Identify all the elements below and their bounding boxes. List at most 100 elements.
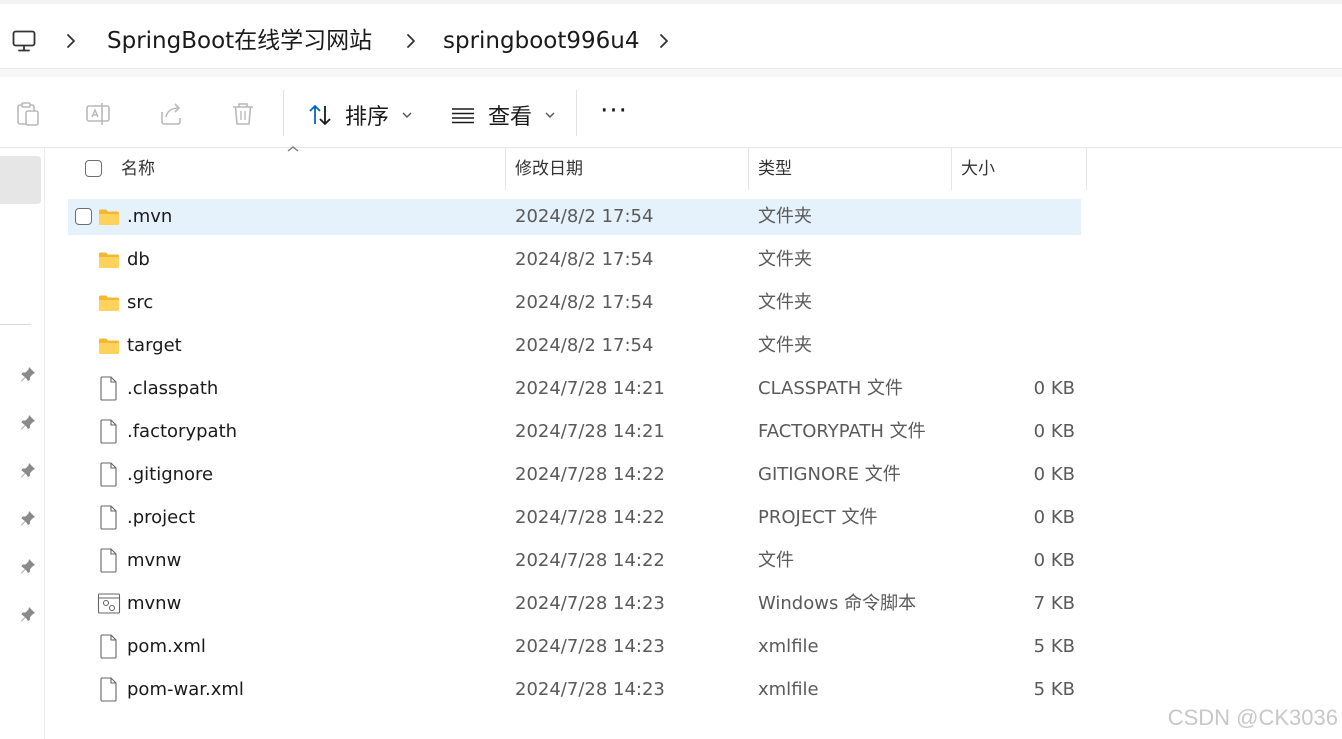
file-date-modified: 2024/7/28 14:23 xyxy=(515,593,665,614)
file-row[interactable]: .classpath 2024/7/28 14:21 CLASSPATH 文件 0 K… xyxy=(68,371,1081,407)
file-type: xmlfile xyxy=(758,636,819,657)
file-name: db xyxy=(127,249,150,270)
file-size: 5 KB xyxy=(1033,636,1075,657)
file-date-modified: 2024/7/28 14:22 xyxy=(515,507,665,528)
file-icon xyxy=(98,505,120,530)
file-name: .mvn xyxy=(127,206,173,227)
file-row[interactable]: pom-war.xml 2024/7/28 14:23 xmlfile 5 KB xyxy=(68,672,1081,708)
file-row[interactable]: .project 2024/7/28 14:22 PROJECT 文件 0 KB xyxy=(68,500,1081,536)
file-type: FACTORYPATH 文件 xyxy=(758,421,926,442)
file-icon xyxy=(98,634,120,659)
file-row[interactable]: .mvn 2024/8/2 17:54 文件夹 xyxy=(68,199,1081,235)
file-type: 文件夹 xyxy=(758,292,812,313)
file-date-modified: 2024/7/28 14:23 xyxy=(515,636,665,657)
file-row[interactable]: mvnw 2024/7/28 14:22 文件 0 KB xyxy=(68,543,1081,579)
file-date-modified: 2024/7/28 14:22 xyxy=(515,464,665,485)
toolbar-divider xyxy=(576,90,577,136)
more-options-button[interactable]: ··· xyxy=(598,98,630,129)
chevron-down-icon xyxy=(545,112,555,118)
file-type: Windows 命令脚本 xyxy=(758,593,917,614)
nav-item-selected[interactable] xyxy=(0,156,41,204)
file-icon xyxy=(98,419,120,444)
folder-icon xyxy=(98,293,120,313)
file-date-modified: 2024/8/2 17:54 xyxy=(515,292,654,313)
pin-icon[interactable] xyxy=(19,365,37,383)
chevron-right-icon[interactable] xyxy=(657,28,671,54)
column-header-type[interactable]: 类型 xyxy=(749,148,951,190)
column-header-size[interactable]: 大小 xyxy=(952,148,1086,190)
file-size: 7 KB xyxy=(1033,593,1075,614)
view-button[interactable]: 查看 xyxy=(450,99,556,131)
command-bar: 排序 查看 ··· xyxy=(0,77,1342,148)
chevron-right-icon[interactable] xyxy=(64,28,78,54)
window-top-edge xyxy=(0,0,1342,4)
file-date-modified: 2024/7/28 14:23 xyxy=(515,679,665,700)
file-name: mvnw xyxy=(127,550,182,571)
file-name: pom-war.xml xyxy=(127,679,244,700)
folder-icon xyxy=(98,250,120,270)
file-row[interactable]: .gitignore 2024/7/28 14:22 GITIGNORE 文件 0 K… xyxy=(68,457,1081,493)
watermark: CSDN @CK3036 xyxy=(1167,705,1338,730)
address-bar: SpringBoot在线学习网站 springboot996u4 xyxy=(0,0,1342,77)
file-row[interactable]: src 2024/8/2 17:54 文件夹 xyxy=(68,285,1081,321)
sort-button[interactable]: 排序 xyxy=(307,99,413,131)
breadcrumb-item-folder[interactable]: springboot996u4 xyxy=(443,24,639,58)
file-type: 文件夹 xyxy=(758,249,812,270)
file-icon xyxy=(98,462,120,487)
file-icon xyxy=(98,677,120,702)
file-type: CLASSPATH 文件 xyxy=(758,378,904,399)
file-date-modified: 2024/7/28 14:21 xyxy=(515,421,665,442)
column-header-modified[interactable]: 修改日期 xyxy=(506,148,748,190)
rename-icon[interactable] xyxy=(84,100,112,128)
pin-icon[interactable] xyxy=(19,605,37,623)
delete-icon[interactable] xyxy=(229,100,257,128)
navigation-pane xyxy=(0,148,45,739)
pin-icon[interactable] xyxy=(19,461,37,479)
file-name: .factorypath xyxy=(127,421,238,442)
toolbar-divider xyxy=(283,90,284,136)
file-date-modified: 2024/8/2 17:54 xyxy=(515,206,654,227)
file-row[interactable]: pom.xml 2024/7/28 14:23 xmlfile 5 KB xyxy=(68,629,1081,665)
nav-divider xyxy=(0,324,31,325)
this-pc-icon[interactable] xyxy=(11,28,37,54)
column-header-name[interactable]: 名称 xyxy=(112,148,505,190)
file-size: 0 KB xyxy=(1033,507,1075,528)
file-row[interactable]: target 2024/8/2 17:54 文件夹 xyxy=(68,328,1081,364)
file-icon xyxy=(98,548,120,573)
paste-icon[interactable] xyxy=(14,100,42,128)
folder-icon xyxy=(98,336,120,356)
pin-icon[interactable] xyxy=(19,413,37,431)
file-name: target xyxy=(127,335,182,356)
file-name: .gitignore xyxy=(127,464,214,485)
file-name: src xyxy=(127,292,154,313)
file-row[interactable]: db 2024/8/2 17:54 文件夹 xyxy=(68,242,1081,278)
chevron-right-icon[interactable] xyxy=(404,28,418,54)
file-name: .classpath xyxy=(127,378,219,399)
column-header-row: 名称 修改日期 类型 大小 xyxy=(68,146,1088,190)
pin-icon[interactable] xyxy=(19,509,37,527)
file-size: 0 KB xyxy=(1033,378,1075,399)
row-checkbox[interactable] xyxy=(75,208,92,225)
view-list-icon xyxy=(452,108,474,124)
breadcrumb-item-project[interactable]: SpringBoot在线学习网站 xyxy=(107,24,372,58)
chevron-down-icon xyxy=(402,112,412,118)
column-divider[interactable] xyxy=(1086,148,1087,190)
file-size: 5 KB xyxy=(1033,679,1075,700)
script-file-icon xyxy=(97,593,121,614)
file-type: 文件夹 xyxy=(758,335,812,356)
select-all-checkbox[interactable] xyxy=(85,160,102,177)
folder-icon xyxy=(98,207,120,227)
file-row[interactable]: .factorypath 2024/7/28 14:21 FACTORYPATH 文… xyxy=(68,414,1081,450)
file-name: .project xyxy=(127,507,196,528)
sort-icon xyxy=(309,105,331,125)
address-bar-divider xyxy=(0,68,1342,77)
file-type: 文件 xyxy=(758,550,794,571)
file-name: mvnw xyxy=(127,593,182,614)
file-row[interactable]: mvnw 2024/7/28 14:23 Windows 命令脚本 7 KB xyxy=(68,586,1081,622)
file-date-modified: 2024/7/28 14:22 xyxy=(515,550,665,571)
file-date-modified: 2024/8/2 17:54 xyxy=(515,249,654,270)
share-icon[interactable] xyxy=(157,100,185,128)
pin-icon[interactable] xyxy=(19,557,37,575)
file-date-modified: 2024/8/2 17:54 xyxy=(515,335,654,356)
file-size: 0 KB xyxy=(1033,464,1075,485)
